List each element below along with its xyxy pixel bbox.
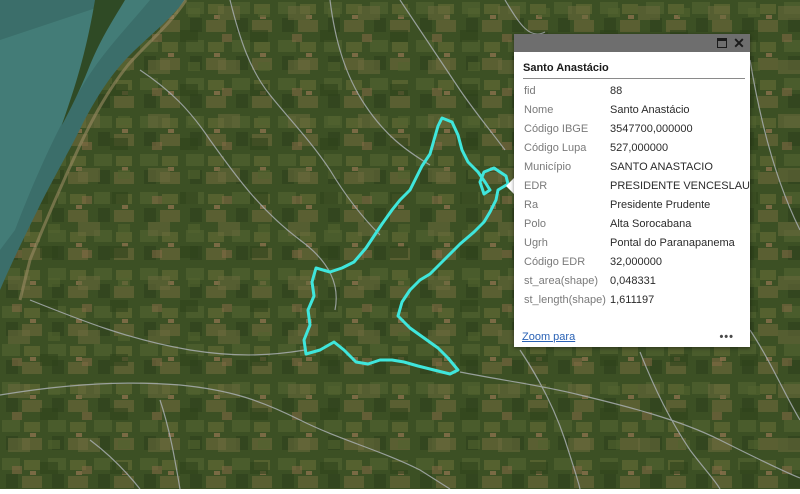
attribute-row: Código Lupa 527,000000 (514, 142, 750, 161)
attribute-value: 32,000000 (610, 256, 662, 268)
attribute-value: Pontal do Paranapanema (610, 237, 735, 249)
attribute-name: st_length(shape) (524, 294, 606, 306)
attribute-name: Polo (524, 218, 547, 230)
attribute-name: Município (524, 161, 572, 173)
attribute-row: Ugrh Pontal do Paranapanema (514, 237, 750, 256)
attribute-name: EDR (524, 180, 548, 192)
popup-pointer (506, 178, 514, 194)
more-options-icon[interactable]: ••• (719, 331, 734, 343)
attribute-row: Ra Presidente Prudente (514, 199, 750, 218)
maximize-icon[interactable] (714, 34, 730, 52)
attribute-row: Polo Alta Sorocabana (514, 218, 750, 237)
attribute-value: Alta Sorocabana (610, 218, 692, 230)
attribute-name: Nome (524, 104, 554, 116)
attribute-row: st_area(shape) 0,048331 (514, 275, 750, 294)
maximize-glyph (717, 38, 727, 48)
attribute-value: 1,611197 (610, 294, 655, 306)
attribute-value: PRESIDENTE VENCESLAU (610, 180, 750, 192)
attribute-name: st_area(shape) (524, 275, 598, 287)
attribute-row: Código EDR 32,000000 (514, 256, 750, 275)
attribute-name: Código EDR (524, 256, 586, 268)
attribute-value: 527,000000 (610, 142, 669, 154)
popup-header-bar: ✕ (514, 34, 750, 52)
attribute-name: Ra (524, 199, 539, 211)
attribute-row: Nome Santo Anastácio (514, 104, 750, 123)
close-icon[interactable]: ✕ (731, 34, 747, 52)
attribute-value: Santo Anastácio (610, 104, 690, 116)
attribute-name: Ugrh (524, 237, 548, 249)
attribute-value: Presidente Prudente (610, 199, 711, 211)
title-divider (523, 78, 745, 79)
attribute-name: Código Lupa (524, 142, 587, 154)
attribute-row: st_length(shape) 1,611197 (514, 294, 750, 313)
zoom-to-link[interactable]: Zoom para (522, 331, 575, 343)
attribute-row: Município SANTO ANASTACIO (514, 161, 750, 180)
attribute-value: 0,048331 (610, 275, 656, 287)
popup-title: Santo Anastácio (523, 62, 609, 74)
feature-popup: ✕ Santo Anastácio fid 88 Nome Santo Anas… (514, 34, 750, 347)
attribute-value: SANTO ANASTACIO (610, 161, 713, 173)
attribute-row: fid 88 (514, 85, 750, 104)
attribute-name: fid (524, 85, 536, 97)
attribute-value: 3547700,000000 (610, 123, 693, 135)
attribute-value: 88 (610, 85, 623, 97)
attribute-name: Código IBGE (524, 123, 589, 135)
attribute-row: Código IBGE 3547700,000000 (514, 123, 750, 142)
attribute-row: EDR PRESIDENTE VENCESLAU (514, 180, 750, 199)
